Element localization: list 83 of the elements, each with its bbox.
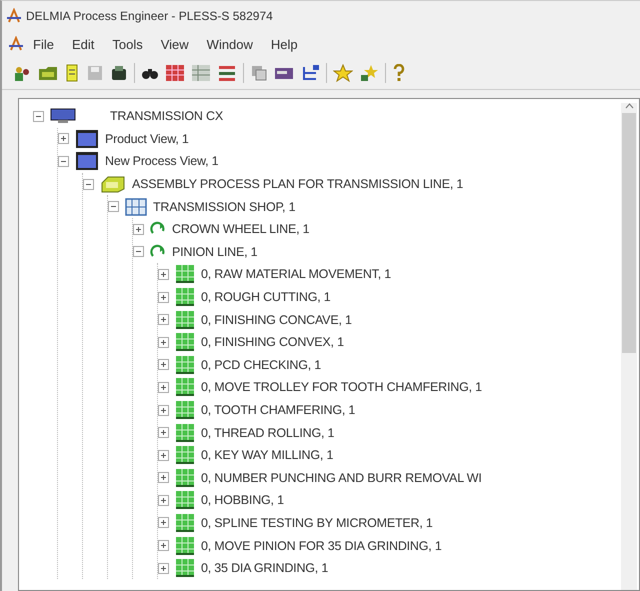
expand-toggle[interactable] [158,562,169,574]
expand-toggle[interactable] [158,472,169,484]
expand-toggle[interactable] [158,404,169,416]
operation-grid-icon [175,536,195,556]
tree-item-label[interactable]: CROWN WHEEL LINE, 1 [172,222,310,236]
operation-grid-icon [175,264,195,284]
window-title: DELMIA Process Engineer - PLESS-S 582974 [26,9,273,23]
copy-icon[interactable] [250,64,268,82]
operation-grid-icon [175,354,195,375]
help-icon[interactable] [392,64,406,82]
app-logo-icon [6,8,22,24]
menu-item[interactable]: View [152,34,198,54]
folder-icon[interactable] [38,64,58,82]
tree-item-label[interactable]: 0, FINISHING CONVEX, 1 [201,335,344,350]
scroll-up-icon[interactable] [624,103,634,109]
collapse-toggle[interactable] [108,201,119,212]
people-icon[interactable] [12,64,32,82]
tree-item-label[interactable]: 0, 35 DIA GRINDING, 1 [201,561,328,576]
expand-toggle[interactable] [158,450,169,461]
hierarchy-icon[interactable] [300,64,320,82]
folder-icon [75,151,99,172]
tree-item-label[interactable]: 0, SPLINE TESTING BY MICROMETER, 1 [201,516,433,530]
menu-item[interactable]: Help [262,34,307,54]
menu-item[interactable]: Window [198,34,262,54]
app-logo-icon [8,36,24,52]
tree-item-label[interactable]: 0, ROUGH CUTTING, 1 [201,290,331,304]
operation-grid-icon [175,445,195,466]
collapse-toggle[interactable] [83,178,94,190]
tree-item-label[interactable]: 0, NUMBER PUNCHING AND BURR REMOVAL WI [201,470,482,485]
expand-toggle[interactable] [158,336,169,348]
expand-toggle[interactable] [58,133,69,144]
monitor-icon [50,108,76,124]
operation-grid-icon [175,468,195,488]
tree-item-label[interactable]: ASSEMBLY PROCESS PLAN FOR TRANSMISSION LINE, 1 [132,177,464,192]
menu-item[interactable]: Tools [103,34,152,54]
plan-icon [100,175,126,194]
operation-grid-icon [175,400,195,420]
expand-toggle[interactable] [158,268,169,280]
menu-item[interactable]: Edit [62,34,104,54]
tree-item-label[interactable]: 0, RAW MATERIAL MOVEMENT, 1 [201,267,391,282]
operation-grid-icon [175,490,195,510]
expand-toggle[interactable] [158,382,169,393]
expand-toggle[interactable] [158,359,169,370]
collapse-toggle[interactable] [133,246,144,258]
collapse-toggle[interactable] [58,156,69,167]
operation-grid-icon [175,377,195,398]
tree-item-label[interactable]: 0, HOBBING, 1 [201,493,284,508]
operation-grid-icon [175,287,195,308]
operation-grid-icon [175,310,195,330]
tree-item-label[interactable]: 0, THREAD ROLLING, 1 [201,426,334,440]
tree-item-label[interactable]: PINION LINE, 1 [172,244,258,259]
star-icon[interactable] [333,64,353,82]
grid-icon[interactable] [191,64,211,82]
tree-item-label[interactable]: TRANSMISSION CX [110,109,223,124]
expand-toggle[interactable] [133,224,144,235]
operation-grid-icon [175,512,195,533]
grid-frame-icon [125,198,147,216]
folder-icon [75,128,99,149]
expand-toggle[interactable] [158,292,169,303]
tree-item-label[interactable]: 0, FINISHING CONCAVE, 1 [201,312,352,327]
tree-item-label[interactable]: TRANSMISSION SHOP, 1 [153,200,296,214]
operation-grid-icon [175,558,195,578]
expand-toggle[interactable] [158,314,169,326]
expand-toggle[interactable] [158,494,169,506]
tree-item-label[interactable]: 0, TOOTH CHAMFERING, 1 [201,403,356,418]
operation-grid-icon [175,332,195,352]
menu-item[interactable]: File [24,34,63,54]
document-icon[interactable] [64,64,80,82]
printer-icon[interactable] [110,64,128,82]
tree-item-label[interactable]: 0, KEY WAY MILLING, 1 [201,448,334,462]
tree-item-label[interactable]: 0, PCD CHECKING, 1 [201,358,322,372]
expand-toggle[interactable] [158,427,169,438]
stacked-bars-icon[interactable] [217,64,237,82]
tree-item-label[interactable]: Product View, 1 [105,132,189,146]
scrollbar[interactable] [621,103,637,590]
tree-item-label[interactable]: 0, MOVE TROLLEY FOR TOOTH CHAMFERING, 1 [201,380,482,394]
tree-item-label[interactable]: 0, MOVE PINION FOR 35 DIA GRINDING, 1 [201,538,442,553]
tree-item-label[interactable]: New Process View, 1 [105,154,218,168]
expand-toggle[interactable] [158,517,169,528]
expand-toggle[interactable] [158,540,169,552]
operation-grid-icon [175,422,195,443]
table-icon[interactable] [165,64,185,82]
collapse-toggle[interactable] [33,110,44,122]
